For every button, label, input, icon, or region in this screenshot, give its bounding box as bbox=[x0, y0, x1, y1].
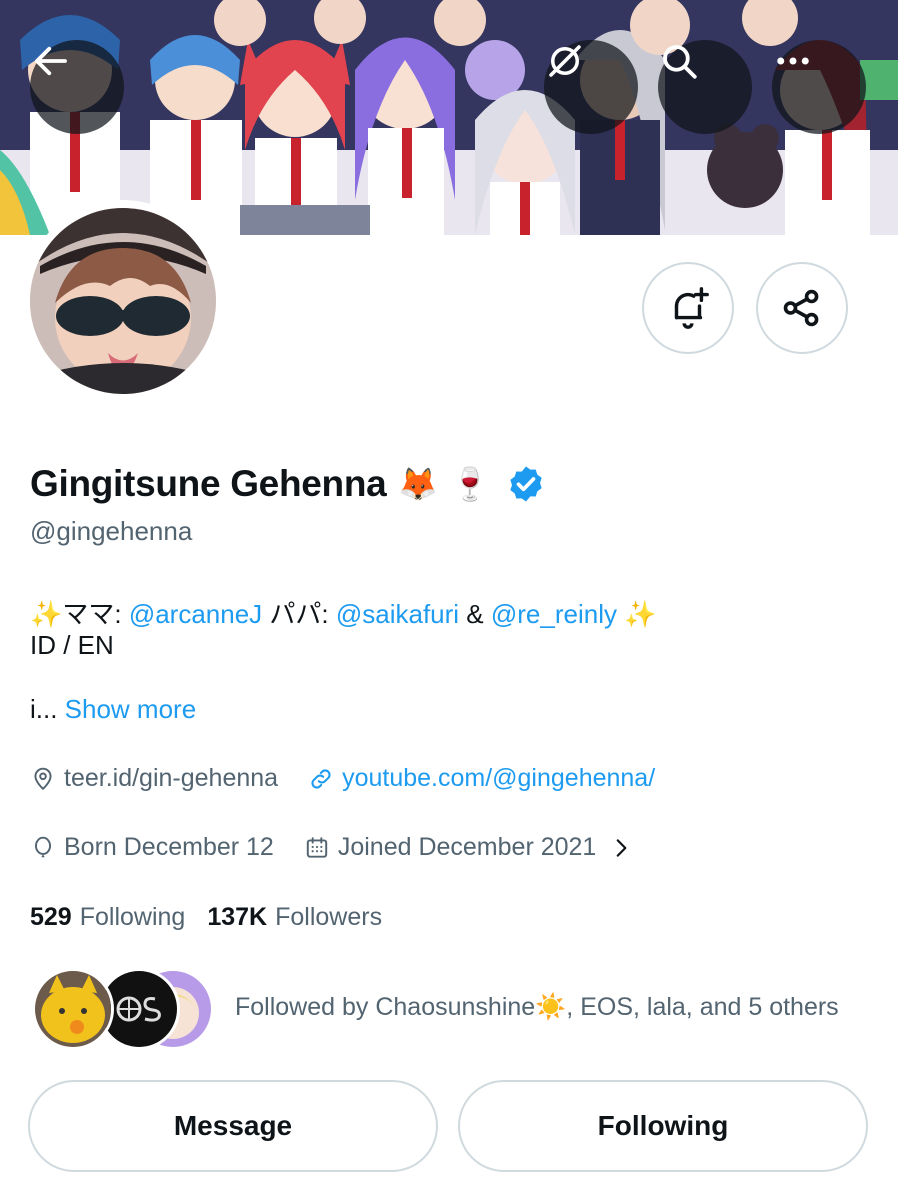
more-horizontal-icon bbox=[777, 57, 809, 65]
mention-link-re-reinly[interactable]: @re_reinly bbox=[491, 599, 617, 629]
birthday-text: Born December 12 bbox=[64, 833, 274, 861]
share-icon bbox=[783, 289, 819, 327]
website-link[interactable]: youtube.com/@gingehenna/ bbox=[342, 764, 655, 793]
avatar-image bbox=[30, 208, 216, 394]
bio-truncated-text: i... bbox=[30, 694, 65, 724]
calendar-icon bbox=[306, 836, 328, 858]
wine-emoji: 🍷 bbox=[450, 465, 491, 503]
sparkle-emoji-end: ✨ bbox=[616, 599, 657, 629]
bio-and-text: & bbox=[459, 599, 491, 629]
bio-line-2: ID / EN bbox=[30, 630, 114, 660]
share-button[interactable] bbox=[756, 262, 848, 354]
profile-avatar[interactable] bbox=[22, 200, 224, 402]
balloon-icon bbox=[34, 836, 52, 857]
grok-button[interactable] bbox=[544, 40, 638, 134]
back-button[interactable] bbox=[30, 40, 124, 134]
followers-count: 137K bbox=[207, 903, 268, 931]
location-pin-icon bbox=[34, 767, 52, 790]
followers-stat[interactable]: 137K Followers bbox=[207, 903, 382, 932]
follow-stats: 529 Following 137K Followers bbox=[30, 903, 382, 932]
joined-text: Joined December 2021 bbox=[337, 833, 597, 861]
chevron-right-icon bbox=[616, 838, 627, 857]
bell-plus-icon bbox=[674, 287, 709, 329]
mention-link-saikafuri[interactable]: @saikafuri bbox=[336, 599, 459, 629]
website-item[interactable]: youtube.com/@gingehenna/ bbox=[308, 764, 655, 793]
fox-emoji: 🦊 bbox=[398, 465, 439, 503]
following-count: 529 bbox=[30, 903, 72, 931]
location-item: teer.id/gin-gehenna bbox=[30, 764, 278, 793]
sparkle-emoji: ✨ bbox=[30, 599, 63, 629]
search-icon bbox=[663, 45, 697, 79]
user-handle: @gingehenna bbox=[30, 516, 193, 546]
notify-button[interactable] bbox=[642, 262, 734, 354]
meta-row-dates: Born December 12 Joined December 2021 bbox=[30, 833, 664, 862]
following-stat[interactable]: 529 Following bbox=[30, 903, 185, 932]
message-button[interactable]: Message bbox=[28, 1080, 438, 1172]
name-row: Gingitsune Gehenna 🦊 🍷 bbox=[30, 458, 546, 510]
mention-link-arcannej[interactable]: @arcanneJ bbox=[129, 599, 262, 629]
search-button[interactable] bbox=[658, 40, 752, 134]
bio-line-1: ✨ママ: @arcanneJ パパ: @saikafuri & @re_rein… bbox=[30, 596, 657, 632]
arrow-left-icon bbox=[35, 46, 67, 76]
joined-item[interactable]: Joined December 2021 bbox=[304, 833, 635, 862]
more-options-button[interactable] bbox=[772, 40, 866, 134]
followed-by-text[interactable]: Followed by Chaosunshine☀️, EOS, lala, a… bbox=[235, 993, 839, 1022]
show-more-link[interactable]: Show more bbox=[65, 694, 197, 724]
following-label: Following bbox=[79, 903, 186, 931]
bio-mama-label: ママ: bbox=[62, 599, 129, 629]
link-icon bbox=[311, 768, 331, 789]
bio-papa-label: パパ: bbox=[262, 599, 336, 629]
birthday-item: Born December 12 bbox=[30, 833, 274, 862]
grok-icon bbox=[549, 45, 581, 77]
followed-by-avatars[interactable] bbox=[32, 968, 214, 1050]
display-name: Gingitsune Gehenna bbox=[30, 463, 387, 504]
follower-avatar-chaosunshine bbox=[32, 968, 114, 1050]
bio-truncated: i... Show more bbox=[30, 694, 196, 725]
meta-row-links: teer.id/gin-gehenna youtube.com/@gingehe… bbox=[30, 764, 685, 793]
followers-label: Followers bbox=[275, 903, 383, 931]
location-text: teer.id/gin-gehenna bbox=[64, 764, 279, 792]
verified-badge-icon[interactable] bbox=[506, 464, 546, 504]
following-button[interactable]: Following bbox=[458, 1080, 868, 1172]
